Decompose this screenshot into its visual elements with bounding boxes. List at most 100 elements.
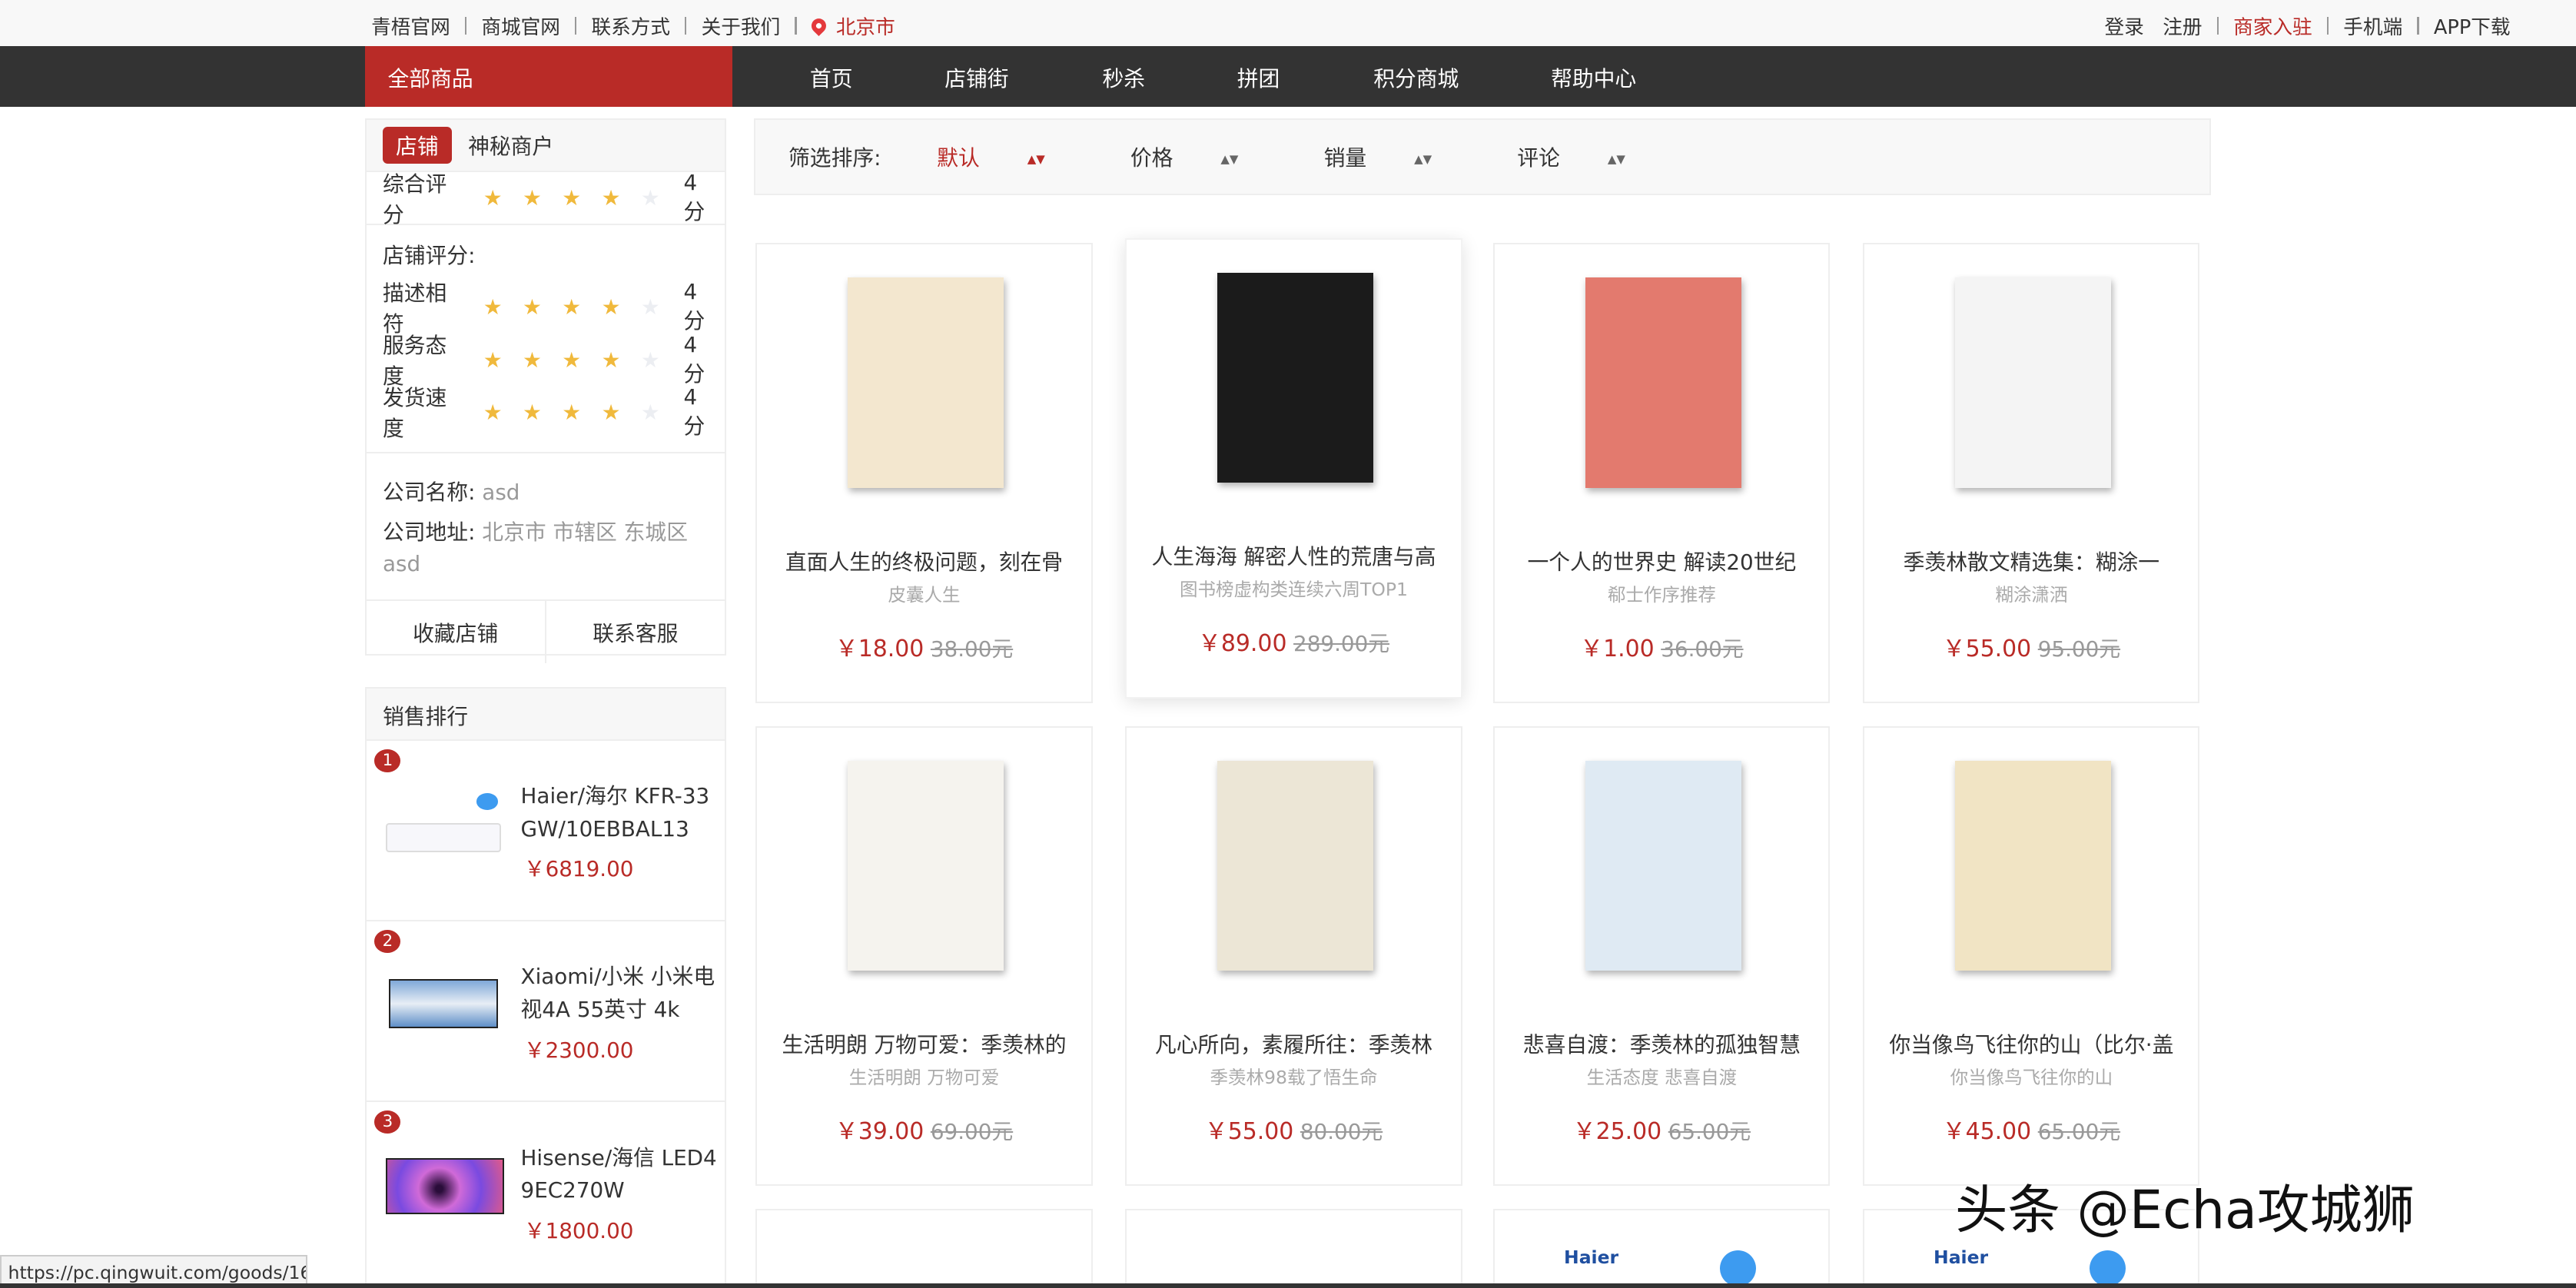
- link-mall-official[interactable]: 商城官网: [481, 12, 560, 40]
- star-icon: ★: [641, 294, 680, 320]
- app-download-link[interactable]: APP下载: [2434, 12, 2511, 40]
- star-icon: ★: [483, 347, 523, 373]
- product-price: ￥18.00: [835, 636, 925, 662]
- product-title[interactable]: 人生海海 解密人性的荒唐与高: [1144, 540, 1444, 571]
- star-icon: ★: [523, 400, 562, 425]
- sort-sales-label: 销量: [1324, 145, 1367, 171]
- company-name-label: 公司名称:: [383, 480, 476, 505]
- product-title[interactable]: 凡心所向，素履所往：季羡林: [1144, 1028, 1444, 1059]
- star-icon: ★: [483, 400, 523, 425]
- contact-service-button[interactable]: 联系客服: [546, 601, 725, 663]
- star-icon: ★: [602, 185, 641, 211]
- product-price: ￥39.00: [835, 1118, 925, 1145]
- ranking-item[interactable]: 2 Xiaomi/小米 小米电视4A 55英寸 4k ￥2300.00: [367, 921, 725, 1102]
- all-categories-button[interactable]: 全部商品: [365, 46, 733, 107]
- nav-home[interactable]: 首页: [810, 62, 853, 93]
- book-cover-image[interactable]: [848, 277, 1004, 488]
- nav-group-buy[interactable]: 拼团: [1237, 62, 1280, 93]
- link-about[interactable]: 关于我们: [702, 12, 781, 40]
- ranking-item-name[interactable]: Hisense/海信 LED49EC270W: [521, 1142, 719, 1208]
- product-card[interactable]: 凡心所向，素履所往：季羡林 季羡林98载了悟生命 ￥55.0080.00元: [1125, 726, 1462, 1187]
- product-card[interactable]: [1125, 1209, 1462, 1283]
- merchant-join-link[interactable]: 商家入驻: [2233, 12, 2312, 40]
- rating-score: 4 分: [683, 332, 724, 388]
- product-card[interactable]: 一个人的世界史 解读20世纪 郗士作序推荐 ￥1.0036.00元: [1493, 243, 1830, 703]
- login-link[interactable]: 登录: [2104, 12, 2143, 40]
- product-card[interactable]: [755, 1209, 1092, 1283]
- product-original-price: 289.00元: [1293, 631, 1389, 656]
- mobile-link[interactable]: 手机端: [2343, 12, 2402, 40]
- star-icon: ★: [641, 185, 680, 211]
- product-original-price: 69.00元: [931, 1119, 1013, 1144]
- book-cover-image[interactable]: [1585, 761, 1741, 971]
- star-icon: ★: [641, 347, 680, 373]
- sort-default-label: 默认: [937, 145, 980, 171]
- ranking-item-name[interactable]: Xiaomi/小米 小米电视4A 55英寸 4k: [521, 961, 719, 1027]
- sort-reviews[interactable]: 评论▲▼: [1517, 141, 1668, 172]
- product-title[interactable]: 季羡林散文精选集：糊涂一: [1881, 546, 2182, 576]
- link-qingwu-official[interactable]: 青梧官网: [371, 12, 450, 40]
- star-icon: ★: [562, 185, 601, 211]
- overall-rating-label: 综合评分: [383, 168, 466, 229]
- sort-sales[interactable]: 销量▲▼: [1324, 141, 1475, 172]
- divider: [465, 17, 466, 35]
- product-card[interactable]: Haier: [1493, 1209, 1830, 1283]
- product-title[interactable]: 你当像鸟飞往你的山（比尔·盖: [1881, 1028, 2182, 1059]
- divider: [2217, 17, 2219, 35]
- ranking-item-name[interactable]: Haier/海尔 KFR-33GW/10EBBAL13: [521, 780, 719, 846]
- top-bar: 青梧官网 商城官网 联系方式 关于我们 北京市 登录 注册 商家入驻 手机端 A…: [0, 0, 2576, 46]
- book-cover-image[interactable]: [848, 761, 1004, 971]
- book-cover-image[interactable]: [1585, 277, 1741, 488]
- ranking-item-price: ￥2300.00: [524, 1034, 634, 1064]
- product-card[interactable]: 季羡林散文精选集：糊涂一 糊涂潇洒 ￥55.0095.00元: [1863, 243, 2199, 703]
- product-title[interactable]: 悲喜自渡：季羡林的孤独智慧: [1512, 1028, 1812, 1059]
- product-title[interactable]: 直面人生的终极问题，刻在骨: [774, 546, 1074, 576]
- product-original-price: 38.00元: [931, 636, 1013, 662]
- book-cover-image[interactable]: [1955, 277, 2111, 488]
- product-card[interactable]: 你当像鸟飞往你的山（比尔·盖 你当像鸟飞往你的山 ￥45.0065.00元: [1863, 726, 2199, 1187]
- star-icon: ★: [523, 294, 562, 320]
- sort-arrows-icon: ▲▼: [1608, 152, 1625, 166]
- ranking-item[interactable]: 3 Hisense/海信 LED49EC270W ￥1800.00: [367, 1102, 725, 1283]
- sort-filter-bar: 筛选排序: 默认▲▼ 价格▲▼ 销量▲▼ 评论▲▼: [754, 118, 2211, 195]
- sales-ranking-title: 销售排行: [367, 689, 725, 741]
- badge-icon: [2090, 1250, 2126, 1283]
- star-icon: ★: [523, 185, 562, 211]
- product-title[interactable]: 生活明朗 万物可爱：季羡林的: [774, 1028, 1074, 1059]
- divider: [795, 17, 796, 35]
- book-cover-image[interactable]: [1217, 761, 1373, 971]
- nav-help-center[interactable]: 帮助中心: [1551, 62, 1636, 93]
- page: 青梧官网 商城官网 联系方式 关于我们 北京市 登录 注册 商家入驻 手机端 A…: [0, 0, 2576, 1288]
- follow-shop-button[interactable]: 收藏店铺: [367, 601, 546, 663]
- sort-price[interactable]: 价格▲▼: [1130, 141, 1281, 172]
- book-cover-image[interactable]: [1217, 273, 1373, 483]
- company-name: asd: [482, 480, 520, 505]
- shop-tag: 店铺: [383, 127, 452, 164]
- ranking-item-price: ￥6819.00: [524, 852, 634, 883]
- product-card[interactable]: 人生海海 解密人性的荒唐与高 图书榜虚构类连续六周TOP1 ￥89.00289.…: [1125, 238, 1462, 699]
- link-contact[interactable]: 联系方式: [591, 12, 670, 40]
- nav-points-mall[interactable]: 积分商城: [1373, 62, 1459, 93]
- product-card[interactable]: 悲喜自渡：季羡林的孤独智慧 生活态度 悲喜自渡 ￥25.0065.00元: [1493, 726, 1830, 1187]
- ranking-item[interactable]: 1 Haier/海尔 KFR-33GW/10EBBAL13 ￥6819.00: [367, 741, 725, 921]
- product-subtitle: 生活态度 悲喜自渡: [1495, 1063, 1828, 1089]
- product-card[interactable]: 直面人生的终极问题，刻在骨 皮囊人生 ￥18.0038.00元: [755, 243, 1092, 703]
- shop-info-panel: 店铺 神秘商户 综合评分 ★★★★★ 4 分 店铺评分: 描述相符★★★★★4 …: [365, 118, 726, 656]
- main-nav: 全部商品 首页 店铺街 秒杀 拼团 积分商城 帮助中心: [0, 46, 2576, 107]
- rating-score: 4 分: [683, 279, 724, 335]
- nav-flash-sale[interactable]: 秒杀: [1102, 62, 1145, 93]
- sort-default[interactable]: 默认▲▼: [937, 141, 1087, 172]
- brand-logo: Haier: [1934, 1247, 1988, 1268]
- star-icon: ★: [562, 347, 601, 373]
- nav-shop-street[interactable]: 店铺街: [944, 62, 1008, 93]
- shop-name[interactable]: 神秘商户: [468, 130, 553, 161]
- register-link[interactable]: 注册: [2163, 12, 2202, 40]
- location-selector[interactable]: 北京市: [836, 12, 895, 40]
- product-card[interactable]: 生活明朗 万物可爱：季羡林的 生活明朗 万物可爱 ￥39.0069.00元: [755, 726, 1092, 1187]
- book-cover-image[interactable]: [1955, 761, 2111, 971]
- product-title[interactable]: 一个人的世界史 解读20世纪: [1512, 546, 1812, 576]
- rank-badge: 1: [374, 749, 400, 772]
- product-subtitle: 皮囊人生: [757, 580, 1090, 606]
- star-icon: ★: [483, 185, 523, 211]
- rating-score: 4 分: [683, 384, 724, 440]
